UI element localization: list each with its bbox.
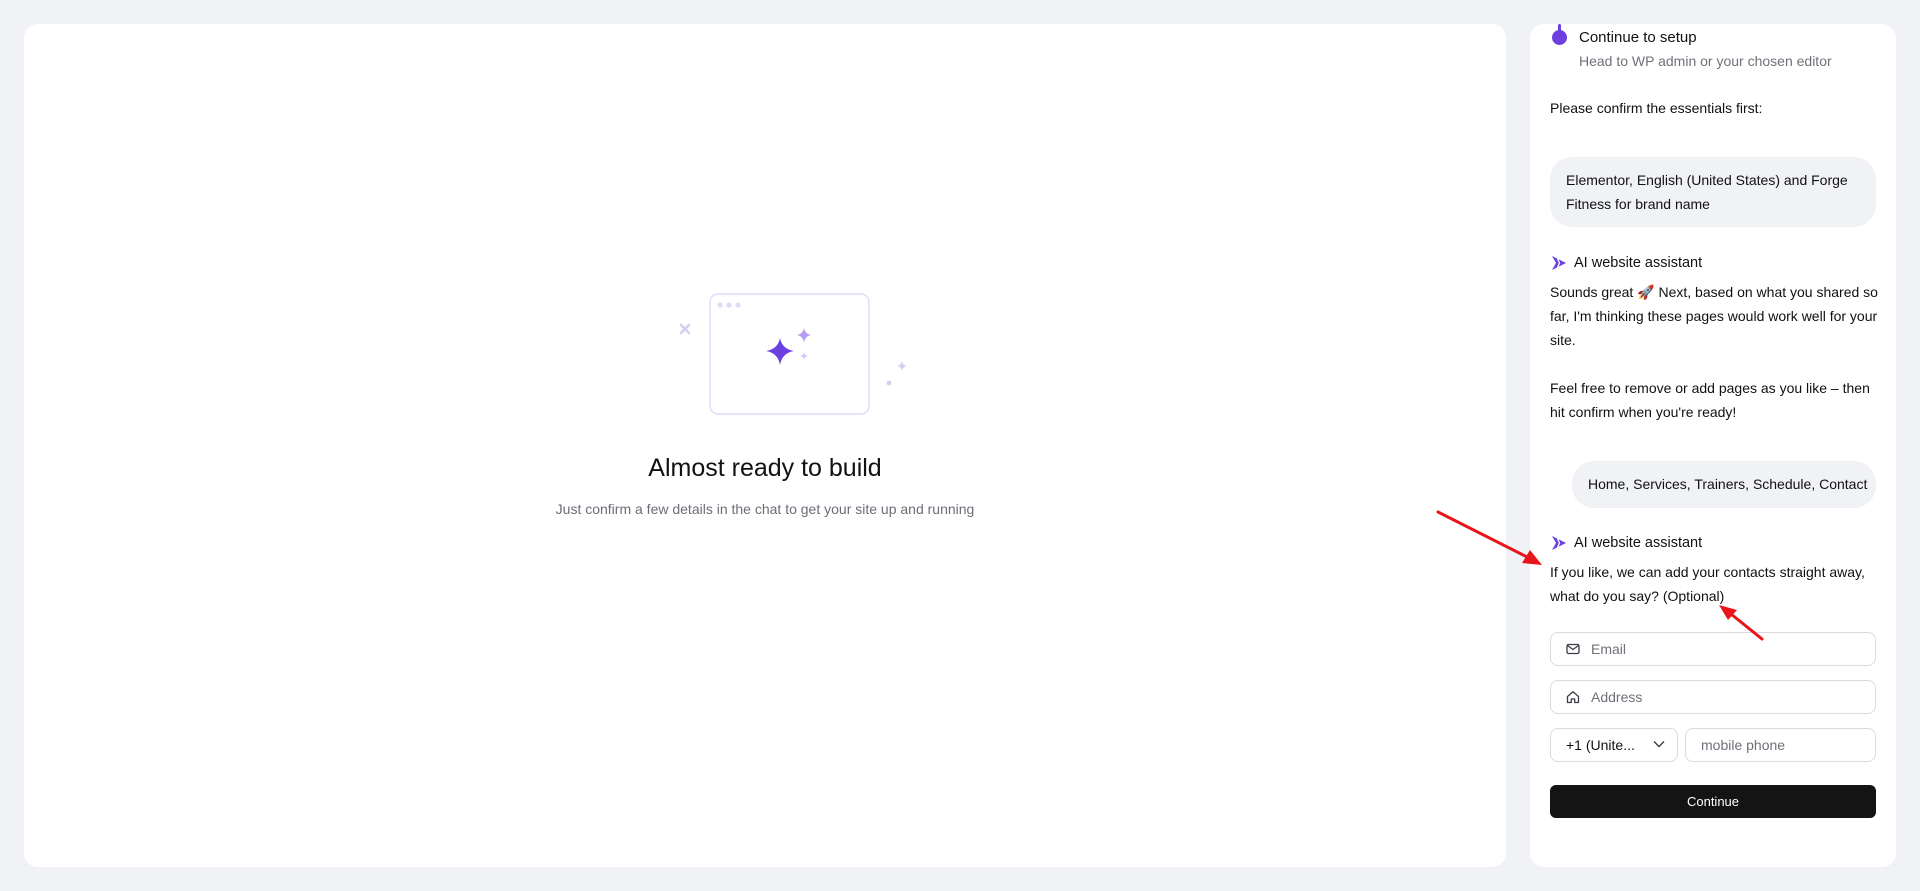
email-field[interactable]	[1550, 632, 1876, 666]
assistant-prompt: Please confirm the essentials first:	[1550, 100, 1763, 116]
country-code-select[interactable]: +1 (Unite...	[1550, 728, 1678, 762]
country-code-value: +1 (Unite...	[1566, 737, 1635, 753]
address-input[interactable]	[1591, 687, 1861, 707]
sparkle-window-illustration	[679, 293, 907, 415]
assistant-header: AI website assistant	[1550, 533, 1702, 553]
assistant-name: AI website assistant	[1574, 255, 1703, 271]
assistant-message: Feel free to remove or add pages as you …	[1550, 380, 1870, 420]
user-message-bubble: Elementor, English (United States) and F…	[1550, 157, 1876, 227]
assistant-message: If you like, we can add your contacts st…	[1550, 564, 1865, 604]
setup-step: Continue to setup Head to WP admin or yo…	[1550, 24, 1880, 76]
address-field[interactable]	[1550, 680, 1876, 714]
main-panel: Almost ready to build Just confirm a few…	[24, 24, 1506, 867]
mail-icon	[1566, 643, 1580, 655]
user-message-bubble: Home, Services, Trainers, Schedule, Cont…	[1572, 461, 1876, 508]
step-indicator-icon	[1552, 24, 1567, 45]
email-input[interactable]	[1591, 639, 1861, 659]
continue-button[interactable]: Continue	[1550, 785, 1876, 818]
page-subtitle: Just confirm a few details in the chat t…	[555, 501, 975, 517]
mobile-phone-field[interactable]	[1685, 728, 1876, 762]
step-subtitle: Head to WP admin or your chosen editor	[1579, 53, 1832, 69]
home-icon	[1566, 691, 1580, 704]
chat-panel: Continue to setup Head to WP admin or yo…	[1530, 24, 1896, 867]
ai-assistant-icon	[1552, 256, 1566, 270]
ai-assistant-icon	[1552, 536, 1566, 550]
assistant-header: AI website assistant	[1550, 253, 1702, 273]
assistant-message: Sounds great 🚀 Next, based on what you s…	[1550, 284, 1878, 348]
assistant-name: AI website assistant	[1574, 535, 1703, 551]
chevron-down-icon	[1653, 741, 1665, 748]
step-title: Continue to setup	[1579, 29, 1697, 46]
mobile-phone-input[interactable]	[1701, 735, 1866, 755]
page-title: Almost ready to build	[648, 454, 882, 482]
